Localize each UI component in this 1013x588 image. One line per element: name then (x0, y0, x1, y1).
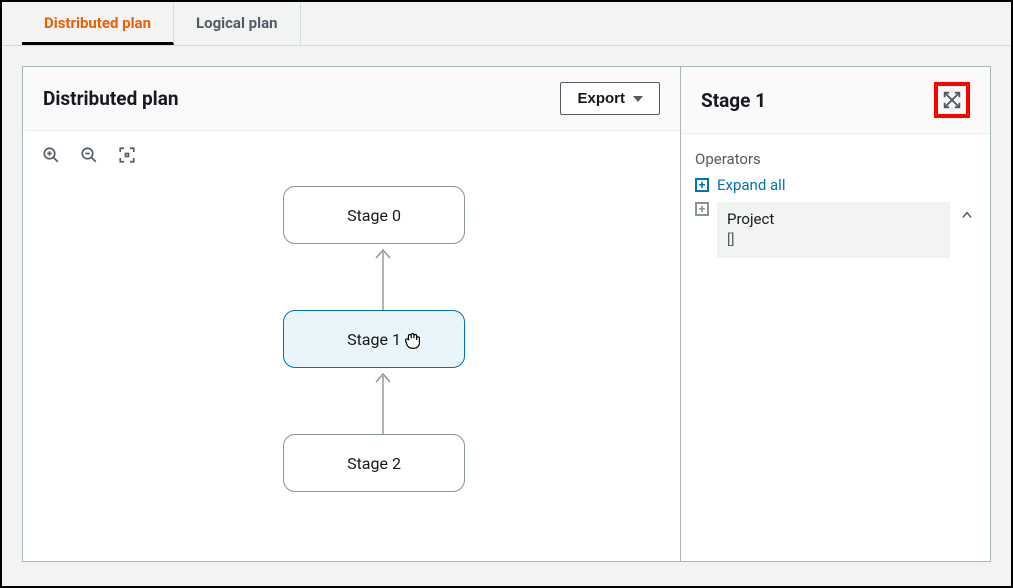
tab-distributed-plan[interactable]: Distributed plan (22, 2, 174, 45)
fullscreen-button[interactable] (934, 82, 970, 118)
stage-label: Stage 1 (347, 330, 401, 349)
zoom-in-button[interactable] (41, 145, 61, 165)
chevron-down-icon (633, 96, 643, 102)
arrow-s1-s0 (373, 244, 374, 310)
plus-icon: + (695, 178, 709, 192)
stage-label: Stage 0 (347, 206, 401, 225)
stage-label: Stage 2 (347, 454, 401, 473)
left-panel-title: Distributed plan (43, 87, 179, 110)
expand-icon (941, 89, 963, 111)
tab-logical-plan[interactable]: Logical plan (174, 2, 301, 45)
operator-name: Project (727, 210, 940, 228)
operator-detail: [] (727, 232, 940, 248)
collapse-operator-button[interactable] (958, 202, 976, 222)
expand-operator-button[interactable]: + (695, 202, 709, 216)
operator-card[interactable]: Project [] (717, 202, 950, 258)
expand-all-label: Expand all (717, 176, 785, 194)
stage-detail-panel: Stage 1 Operators + Expand all + (681, 66, 991, 562)
export-button[interactable]: Export (560, 82, 660, 115)
export-button-label: Export (577, 90, 625, 107)
grab-cursor-icon (402, 329, 424, 356)
right-panel-header: Stage 1 (681, 67, 990, 134)
stage-detail-title: Stage 1 (701, 89, 766, 112)
stage-node-2[interactable]: Stage 2 (283, 434, 465, 492)
plan-canvas[interactable]: Stage 0 Stage 1 Stage (23, 131, 680, 561)
left-panel-header: Distributed plan Export (23, 67, 680, 131)
distributed-plan-panel: Distributed plan Export (22, 66, 681, 562)
operators-section: Operators + Expand all + Project [] (681, 134, 990, 561)
zoom-controls (41, 145, 137, 165)
operators-heading: Operators (695, 150, 976, 168)
operator-row: + Project [] (695, 202, 976, 258)
plan-tabs: Distributed plan Logical plan (2, 2, 1011, 46)
fit-screen-button[interactable] (117, 145, 137, 165)
expand-all-button[interactable]: + Expand all (695, 176, 976, 194)
zoom-out-button[interactable] (79, 145, 99, 165)
arrow-s2-s1 (373, 368, 374, 434)
stage-node-0[interactable]: Stage 0 (283, 186, 465, 244)
stage-node-1[interactable]: Stage 1 (283, 310, 465, 368)
